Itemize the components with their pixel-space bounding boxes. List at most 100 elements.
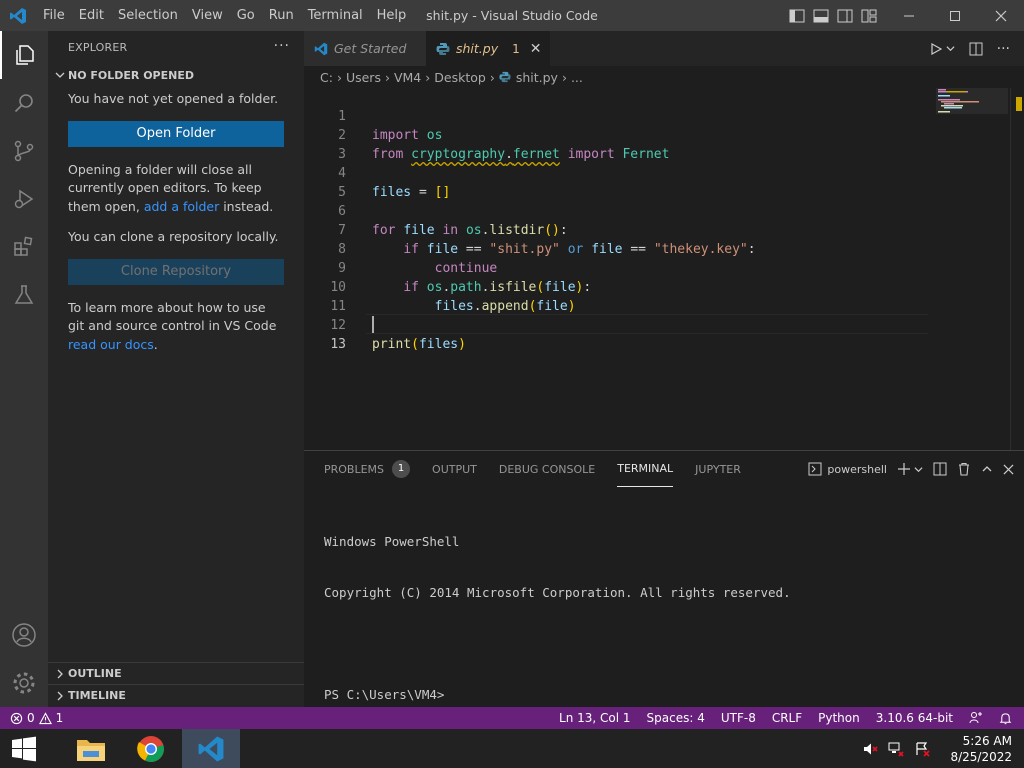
trash-icon[interactable] bbox=[957, 462, 971, 476]
more-actions-icon[interactable]: ··· bbox=[997, 41, 1010, 57]
breadcrumb-item[interactable]: C: bbox=[320, 70, 333, 85]
run-icon[interactable] bbox=[930, 42, 955, 55]
panel-actions: powershell bbox=[808, 451, 1014, 487]
tab-get-started[interactable]: Get Started bbox=[304, 31, 426, 66]
more-actions-icon[interactable]: ··· bbox=[274, 38, 290, 54]
code-line: 4 files = [] bbox=[304, 145, 928, 200]
split-terminal-icon[interactable] bbox=[933, 462, 947, 476]
welcome-view: You have not yet opened a folder. Open F… bbox=[48, 90, 304, 354]
close-tab-icon[interactable]: ✕ bbox=[530, 41, 542, 57]
breadcrumb-item[interactable]: shit.py bbox=[516, 70, 558, 85]
tab-output[interactable]: OUTPUT bbox=[432, 451, 477, 487]
read-docs-link[interactable]: read our docs bbox=[68, 337, 154, 352]
opening-text-2: instead. bbox=[219, 198, 274, 214]
tab-problems[interactable]: PROBLEMS 1 bbox=[324, 451, 411, 487]
notifications-bell-icon[interactable] bbox=[999, 712, 1012, 725]
toggle-secondary-sidebar-icon[interactable] bbox=[836, 7, 854, 25]
feedback-icon[interactable] bbox=[969, 711, 983, 725]
extensions-icon[interactable] bbox=[0, 223, 48, 271]
action-center-icon[interactable] bbox=[914, 741, 931, 757]
bottom-panel: PROBLEMS 1 OUTPUT DEBUG CONSOLE TERMINAL… bbox=[304, 450, 1024, 707]
chevron-right-icon: › bbox=[336, 69, 342, 85]
explorer-icon[interactable] bbox=[0, 31, 48, 79]
tab-jupyter[interactable]: JUPYTER bbox=[695, 451, 741, 487]
vscode-taskbar-icon[interactable] bbox=[182, 729, 240, 768]
terminal-output[interactable]: Windows PowerShell Copyright (C) 2014 Mi… bbox=[324, 499, 791, 737]
tab-label: Get Started bbox=[334, 41, 407, 56]
code-line: 1 import os bbox=[304, 88, 928, 143]
close-window-icon[interactable] bbox=[978, 0, 1024, 31]
close-panel-icon[interactable] bbox=[1003, 463, 1014, 475]
git-docs-message: To learn more about how to use git and s… bbox=[68, 299, 284, 355]
search-icon[interactable] bbox=[0, 79, 48, 127]
split-editor-icon[interactable] bbox=[969, 42, 983, 56]
outline-section-header[interactable]: OUTLINE bbox=[48, 662, 304, 684]
add-folder-link[interactable]: add a folder bbox=[144, 199, 219, 214]
tab-shit-py[interactable]: shit.py 1 ✕ bbox=[426, 31, 550, 66]
clone-repository-button[interactable]: Clone Repository bbox=[68, 258, 284, 285]
network-icon[interactable] bbox=[888, 741, 905, 757]
indentation[interactable]: Spaces: 4 bbox=[647, 711, 705, 725]
python-file-icon bbox=[436, 42, 450, 56]
manage-gear-icon[interactable] bbox=[0, 659, 48, 707]
code-line: 10 files.append(file) bbox=[304, 259, 928, 314]
customize-layout-icon[interactable] bbox=[860, 7, 878, 25]
no-folder-section-header[interactable]: NO FOLDER OPENED bbox=[48, 64, 304, 86]
menu-selection[interactable]: Selection bbox=[111, 0, 185, 31]
menu-file[interactable]: File bbox=[36, 0, 72, 31]
taskbar-clock[interactable]: 5:26 AM 8/25/2022 bbox=[950, 733, 1012, 765]
new-terminal-icon[interactable] bbox=[897, 462, 923, 476]
run-debug-icon[interactable] bbox=[0, 175, 48, 223]
windows-taskbar: 5:26 AM 8/25/2022 bbox=[0, 729, 1024, 768]
breadcrumb-item[interactable]: Users bbox=[346, 70, 381, 85]
terminal-selector[interactable]: powershell bbox=[808, 462, 887, 476]
minimap[interactable] bbox=[936, 88, 1008, 450]
python-interpreter[interactable]: 3.10.6 64-bit bbox=[876, 711, 953, 725]
breadcrumb-item[interactable]: Desktop bbox=[434, 70, 486, 85]
title-bar: File Edit Selection View Go Run Terminal… bbox=[0, 0, 1024, 31]
menu-help[interactable]: Help bbox=[370, 0, 414, 31]
menu-terminal[interactable]: Terminal bbox=[301, 0, 370, 31]
cursor-position[interactable]: Ln 13, Col 1 bbox=[559, 711, 631, 725]
code-line: 6 for file in os.listdir(): bbox=[304, 183, 928, 238]
shell-label: powershell bbox=[827, 462, 887, 476]
breadcrumb-item[interactable]: ... bbox=[571, 70, 583, 85]
tab-debug-console[interactable]: DEBUG CONSOLE bbox=[499, 451, 595, 487]
breadcrumb-item[interactable]: VM4 bbox=[394, 70, 421, 85]
toggle-primary-sidebar-icon[interactable] bbox=[788, 7, 806, 25]
system-tray: 5:26 AM 8/25/2022 bbox=[862, 729, 1012, 768]
editor-scrollbar[interactable] bbox=[1010, 88, 1024, 450]
windows-start-icon[interactable] bbox=[0, 729, 48, 768]
maximize-panel-icon[interactable] bbox=[981, 463, 993, 475]
source-control-icon[interactable] bbox=[0, 127, 48, 175]
timeline-section-header[interactable]: TIMELINE bbox=[48, 684, 304, 706]
account-icon[interactable] bbox=[0, 611, 48, 659]
menu-edit[interactable]: Edit bbox=[72, 0, 111, 31]
encoding[interactable]: UTF-8 bbox=[721, 711, 756, 725]
menu-view[interactable]: View bbox=[185, 0, 230, 31]
problems-status[interactable]: 0 1 bbox=[0, 711, 63, 725]
open-folder-button[interactable]: Open Folder bbox=[68, 120, 284, 147]
volume-muted-icon[interactable] bbox=[862, 741, 879, 757]
terminal-line: Windows PowerShell bbox=[324, 534, 460, 549]
chrome-icon[interactable] bbox=[122, 729, 180, 768]
menu-go[interactable]: Go bbox=[230, 0, 262, 31]
maximize-icon[interactable] bbox=[932, 0, 978, 31]
line-ending[interactable]: CRLF bbox=[772, 711, 802, 725]
code-text: print(files) bbox=[372, 337, 466, 352]
code-line: 8 continue bbox=[304, 221, 928, 276]
minimize-icon[interactable] bbox=[886, 0, 932, 31]
menu-bar: File Edit Selection View Go Run Terminal… bbox=[36, 0, 413, 31]
menu-run[interactable]: Run bbox=[262, 0, 301, 31]
tab-terminal[interactable]: TERMINAL bbox=[617, 451, 674, 487]
status-right: Ln 13, Col 1 Spaces: 4 UTF-8 CRLF Python… bbox=[559, 707, 1012, 729]
language-mode[interactable]: Python bbox=[818, 711, 860, 725]
code-editor[interactable]: 1 import os 2 from cryptography.fernet i… bbox=[304, 88, 1024, 450]
chevron-down-icon bbox=[52, 67, 68, 83]
opening-folder-message: Opening a folder will close all currentl… bbox=[68, 161, 284, 217]
file-explorer-icon[interactable] bbox=[62, 729, 120, 768]
toggle-panel-icon[interactable] bbox=[812, 7, 830, 25]
testing-icon[interactable] bbox=[0, 271, 48, 319]
timeline-label: TIMELINE bbox=[68, 689, 126, 702]
warning-marker bbox=[1016, 97, 1022, 111]
